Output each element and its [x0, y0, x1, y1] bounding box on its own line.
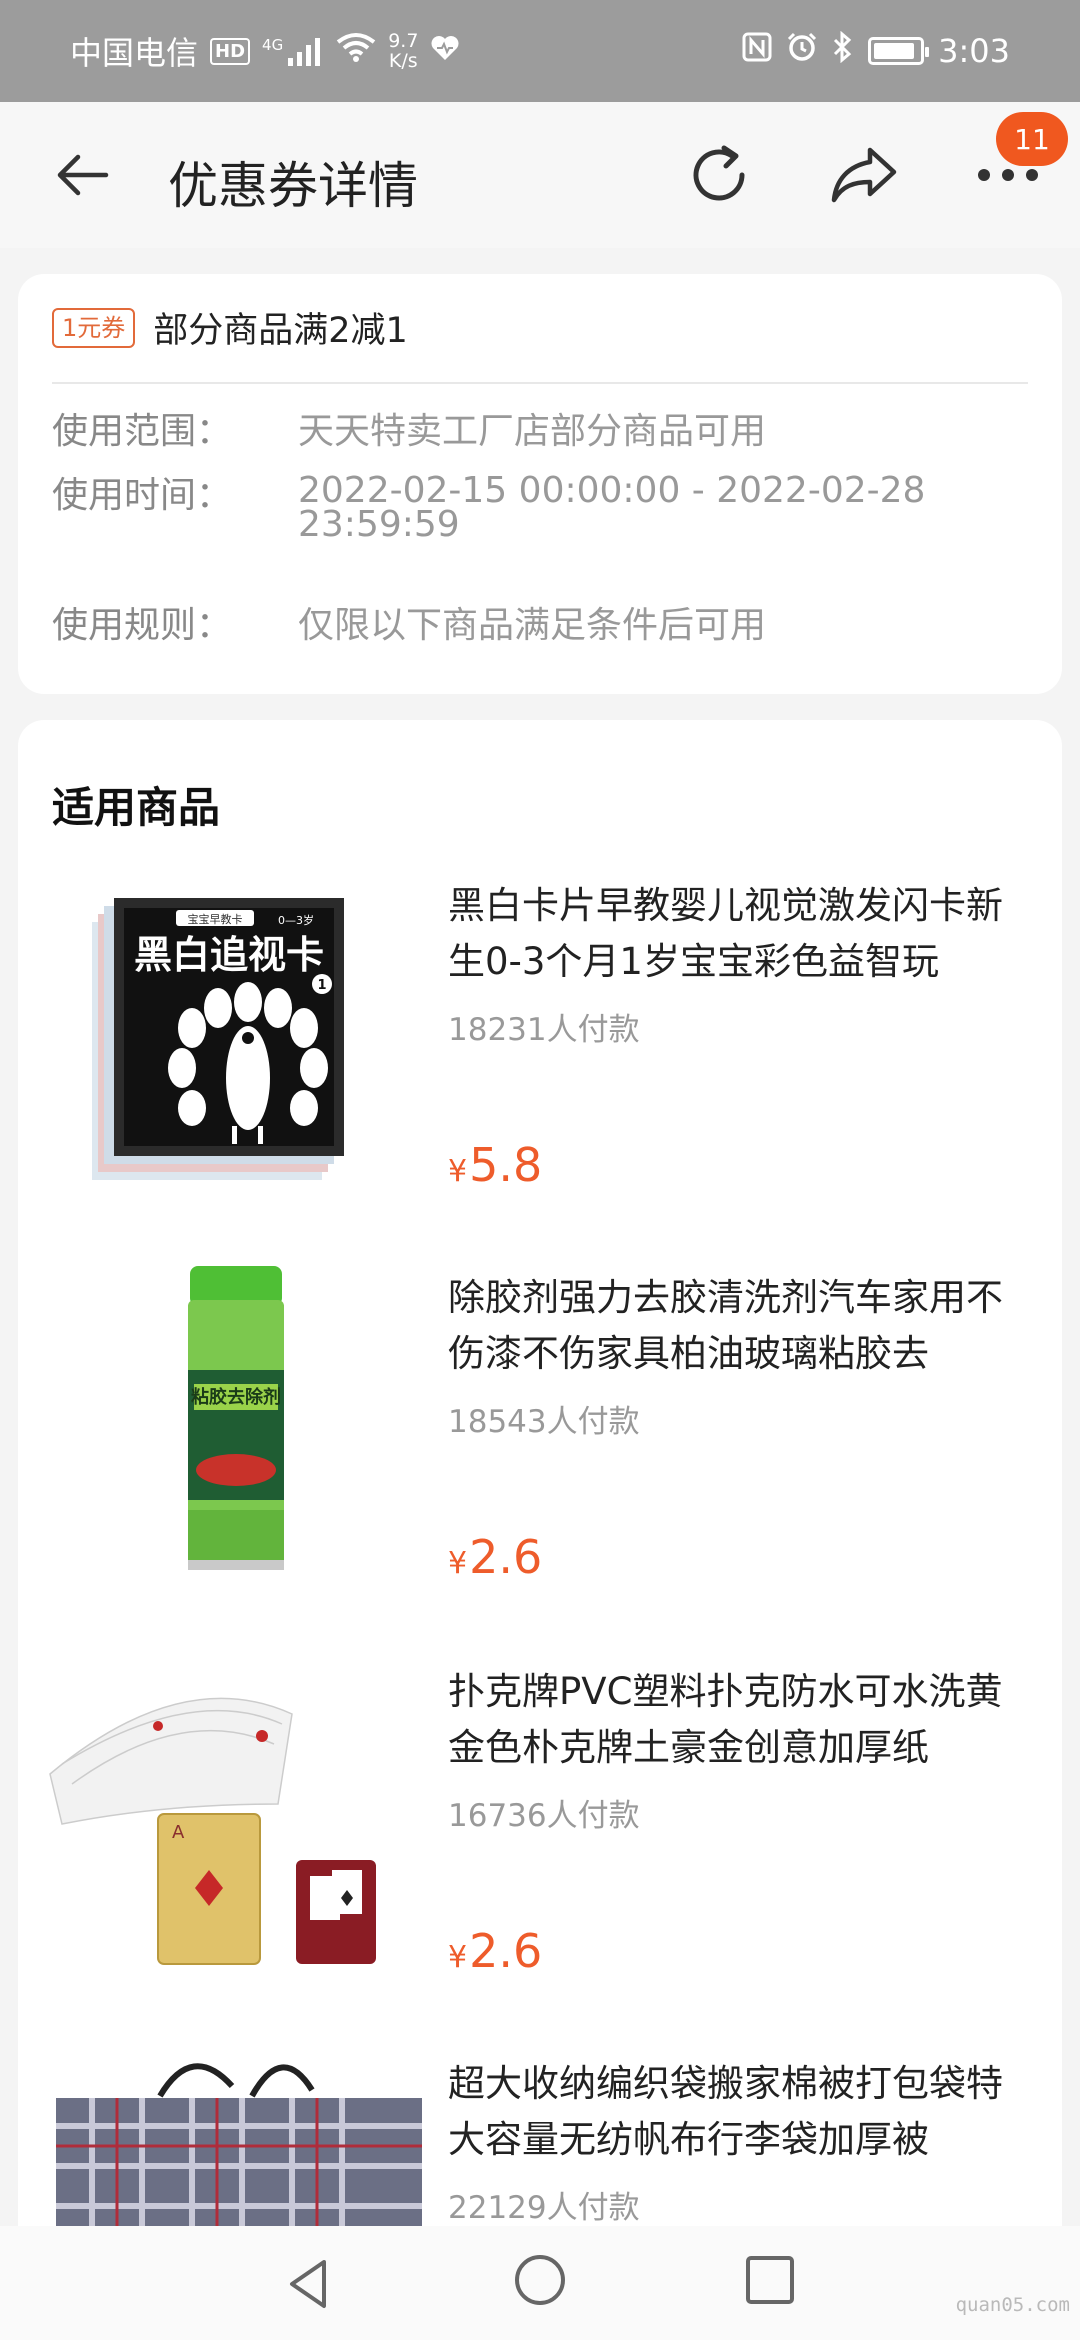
back-arrow-icon[interactable]	[52, 145, 112, 205]
time-row: 使用时间： 2022-02-15 00:00:00 - 2022-02-28 2…	[52, 473, 938, 543]
rule-label: 使用规则：	[52, 605, 233, 646]
price-value: 2.6	[469, 1530, 543, 1584]
hd-badge: HD	[210, 37, 251, 65]
scope-value: 天天特卖工厂店部分商品可用	[298, 411, 767, 452]
product-sales: 18543人付款	[448, 1404, 640, 1440]
bluetooth-icon	[832, 30, 854, 71]
battery-icon	[868, 37, 930, 65]
status-left: 中国电信 HD 4G 9.7 K/s	[70, 28, 460, 74]
rule-row: 使用规则： 仅限以下商品满足条件后可用	[52, 604, 978, 648]
scope-label: 使用范围：	[52, 411, 233, 452]
product-title[interactable]: 超大收纳编织袋搬家棉被打包袋特大容量无纺帆布行李袋加厚被	[448, 2056, 1028, 2168]
can-label: 粘胶去除剂	[191, 1386, 281, 1408]
product-item[interactable]: 宝宝早教卡 0—3岁 黑白追视卡 1 黑白卡片早教婴儿视觉激发闪卡新生0-3个月…	[18, 868, 1062, 1260]
coupon-tag: 1元券	[52, 307, 136, 348]
status-right: 3:03	[742, 30, 1010, 71]
network-speed: 9.7 K/s	[388, 31, 418, 71]
products-card: 适用商品 宝宝早教卡 0—3岁 黑白追视卡 1 黑白卡片早教婴儿视觉激发闪卡新生…	[18, 720, 1062, 2340]
coupon-card: 1元券 部分商品满2减1 使用范围： 天天特卖工厂店部分商品可用 使用时间： 2…	[18, 274, 1062, 694]
product-sales: 16736人付款	[448, 1798, 640, 1834]
scope-row: 使用范围： 天天特卖工厂店部分商品可用	[52, 410, 978, 454]
divider	[52, 382, 1028, 384]
section-title: 适用商品	[52, 783, 221, 832]
status-bar: 中国电信 HD 4G 9.7 K/s 3:03	[0, 0, 1080, 102]
product-image[interactable]: 粘胶去除剂	[42, 1260, 422, 1600]
nav-recent-apps-icon[interactable]	[742, 2252, 798, 2308]
card-age: 0—3岁	[278, 913, 314, 927]
nav-home-icon[interactable]	[512, 2252, 568, 2308]
refresh-icon[interactable]	[686, 142, 752, 208]
card-title: 黑白追视卡	[134, 933, 324, 977]
page-title: 优惠券详情	[168, 157, 418, 215]
clock: 3:03	[938, 32, 1010, 70]
coupon-header: 1元券 部分商品满2减1	[52, 302, 408, 353]
nfc-icon	[742, 32, 772, 70]
product-title[interactable]: 除胶剂强力去胶清洗剂汽车家用不伤漆不伤家具柏油玻璃粘胶去	[448, 1270, 1028, 1382]
product-sales: 22129人付款	[448, 2190, 640, 2226]
product-image[interactable]: 宝宝早教卡 0—3岁 黑白追视卡 1	[42, 868, 422, 1208]
wifi-icon	[336, 32, 376, 70]
coupon-title: 部分商品满2减1	[153, 311, 408, 351]
product-title[interactable]: 黑白卡片早教婴儿视觉激发闪卡新生0-3个月1岁宝宝彩色益智玩	[448, 878, 1028, 990]
heart-icon	[430, 32, 460, 70]
speed-value: 9.7	[388, 30, 419, 52]
speed-unit: K/s	[388, 50, 418, 72]
watermark: quan05.com	[955, 2294, 1070, 2316]
time-label: 使用时间：	[52, 475, 233, 516]
svg-text:1: 1	[317, 978, 326, 993]
system-nav-bar: quan05.com	[0, 2226, 1080, 2340]
currency-symbol: ¥	[448, 1546, 468, 1581]
app-header: 优惠券详情 11	[0, 102, 1080, 248]
share-icon[interactable]	[830, 142, 898, 208]
price-value: 5.8	[469, 1138, 543, 1192]
carrier-label: 中国电信	[70, 34, 199, 72]
product-title[interactable]: 扑克牌PVC塑料扑克防水可水洗黄金色朴克牌土豪金创意加厚纸	[448, 1664, 1028, 1776]
alarm-icon	[786, 31, 818, 71]
product-item[interactable]: 粘胶去除剂 除胶剂强力去胶清洗剂汽车家用不伤漆不伤家具柏油玻璃粘胶去 18543…	[18, 1260, 1062, 1652]
card-subtext: 宝宝早教卡	[188, 912, 243, 926]
product-price: ¥2.6	[448, 1530, 542, 1584]
price-value: 2.6	[469, 1924, 543, 1978]
network-type: 4G	[262, 36, 284, 54]
signal-icon: 4G	[262, 36, 324, 66]
rule-value: 仅限以下商品满足条件后可用	[298, 605, 767, 646]
notification-badge[interactable]: 11	[996, 112, 1068, 166]
nav-back-icon[interactable]	[280, 2254, 340, 2314]
time-value: 2022-02-15 00:00:00 - 2022-02-28 23:59:5…	[298, 470, 926, 545]
product-sales: 18231人付款	[448, 1012, 640, 1048]
product-image[interactable]: A	[42, 1654, 422, 1994]
currency-symbol: ¥	[448, 1940, 468, 1975]
svg-text:A: A	[172, 1822, 185, 1843]
product-price: ¥5.8	[448, 1138, 542, 1192]
currency-symbol: ¥	[448, 1154, 468, 1189]
product-price: ¥2.6	[448, 1924, 542, 1978]
product-item[interactable]: A 扑克牌PVC塑料扑克防水可水洗黄金色朴克牌土豪金创意加厚纸 16736人付款…	[18, 1654, 1062, 2046]
more-icon[interactable]	[976, 164, 1040, 186]
